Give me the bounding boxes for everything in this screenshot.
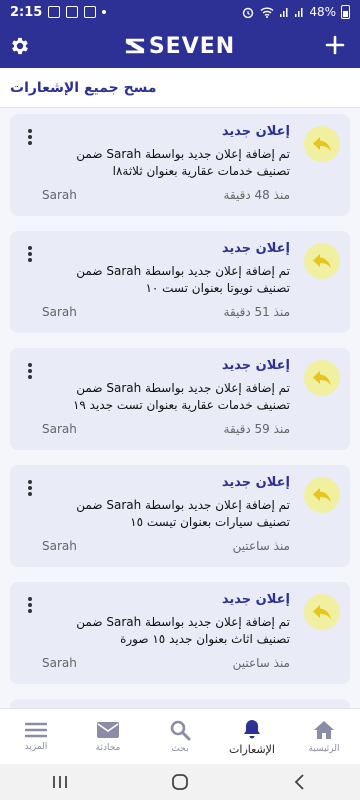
reply-arrow-icon xyxy=(313,137,331,152)
notification-card[interactable]: إعلان جديد تم إضافة إعلان جديد بواسطة Sa… xyxy=(10,465,350,567)
bell-icon xyxy=(244,719,260,738)
logo-text: SEVEN xyxy=(148,33,236,59)
notification-title: إعلان جديد xyxy=(221,124,290,139)
more-notifications-dot-icon xyxy=(102,10,107,14)
notification-avatar xyxy=(304,243,340,279)
notification-body: تم إضافة إعلان جديد بواسطة Sarah ضمن تصن… xyxy=(76,264,290,295)
notification-body: تم إضافة إعلان جديد بواسطة Sarah ضمن تصن… xyxy=(72,381,290,412)
notification-card-partial[interactable] xyxy=(10,699,350,708)
notification-card[interactable]: إعلان جديد تم إضافة إعلان جديد بواسطة Sa… xyxy=(10,231,350,333)
notification-time: منذ 59 دقيقة xyxy=(223,422,290,436)
signal-icon xyxy=(295,8,303,17)
settings-button[interactable] xyxy=(6,32,34,60)
notification-app-icon xyxy=(48,6,61,18)
nav-notifications-label: الإشعارات xyxy=(229,742,275,756)
bottom-navigation: الرئيسية الإشعارات بحث محادثة المزيد xyxy=(0,708,360,764)
notification-card[interactable]: إعلان جديد تم إضافة إعلان جديد بواسطة Sa… xyxy=(10,582,350,684)
more-options-icon[interactable] xyxy=(24,594,36,616)
app-logo: SEVEN xyxy=(125,34,235,59)
reply-arrow-icon xyxy=(313,488,331,503)
nav-notifications[interactable]: الإشعارات xyxy=(216,709,288,764)
nav-chat[interactable]: محادثة xyxy=(72,709,144,764)
plus-icon xyxy=(325,35,345,55)
battery-percent: 48% xyxy=(309,5,336,19)
notification-title: إعلان جديد xyxy=(221,358,290,373)
nav-home-label: الرئيسية xyxy=(308,744,340,754)
home-system-button[interactable] xyxy=(160,768,200,796)
signal-icon xyxy=(280,8,288,17)
more-options-icon[interactable] xyxy=(24,126,36,148)
notification-body: تم إضافة إعلان جديد بواسطة Sarah ضمن تصن… xyxy=(76,498,290,529)
more-options-icon[interactable] xyxy=(24,477,36,499)
notification-user: Sarah xyxy=(42,656,77,670)
search-icon xyxy=(170,720,191,741)
battery-icon xyxy=(341,5,350,19)
notification-time: منذ ساعتين xyxy=(232,539,290,553)
reply-arrow-icon xyxy=(313,605,331,620)
notification-card[interactable]: إعلان جديد تم إضافة إعلان جديد بواسطة Sa… xyxy=(10,348,350,450)
nav-more[interactable]: المزيد xyxy=(0,709,72,764)
home-icon xyxy=(314,721,334,739)
notifications-toolbar: مسح جميع الإشعارات xyxy=(0,68,360,108)
notification-title: إعلان جديد xyxy=(221,592,290,607)
notification-title: إعلان جديد xyxy=(221,241,290,256)
notification-title: إعلان جديد xyxy=(221,475,290,490)
notification-avatar xyxy=(304,477,340,513)
notification-avatar xyxy=(304,126,340,162)
notification-user: Sarah xyxy=(42,305,77,319)
nav-search[interactable]: بحث xyxy=(144,709,216,764)
notification-time: منذ ساعتين xyxy=(232,656,290,670)
notification-time: منذ 51 دقيقة xyxy=(223,305,290,319)
more-options-icon[interactable] xyxy=(24,243,36,265)
notification-user: Sarah xyxy=(42,422,77,436)
back-chevron-icon xyxy=(294,774,304,790)
notification-avatar xyxy=(304,360,340,396)
more-options-icon[interactable] xyxy=(24,360,36,382)
notification-card[interactable]: إعلان جديد تم إضافة إعلان جديد بواسطة Sa… xyxy=(10,114,350,216)
reply-arrow-icon xyxy=(313,254,331,269)
notification-user: Sarah xyxy=(42,188,77,202)
status-bar: 2:15 48% xyxy=(0,0,360,24)
notification-app-icon xyxy=(84,6,97,18)
nav-chat-label: محادثة xyxy=(95,743,121,753)
nav-home[interactable]: الرئيسية xyxy=(288,709,360,764)
nav-search-label: بحث xyxy=(171,744,189,754)
logo-mark-icon xyxy=(125,38,144,54)
notification-body: تم إضافة إعلان جديد بواسطة Sarah ضمن تصن… xyxy=(76,615,290,646)
notification-app-icon xyxy=(66,6,79,18)
notification-list: إعلان جديد تم إضافة إعلان جديد بواسطة Sa… xyxy=(0,108,360,708)
home-circle-icon xyxy=(172,774,188,790)
reply-arrow-icon xyxy=(313,371,331,386)
notification-user: Sarah xyxy=(42,539,77,553)
notification-avatar xyxy=(304,594,340,630)
status-time: 2:15 xyxy=(10,4,43,20)
add-button[interactable] xyxy=(320,30,350,60)
app-header: SEVEN xyxy=(0,24,360,68)
wifi-icon xyxy=(260,7,274,18)
mail-icon xyxy=(97,722,119,738)
alarm-icon xyxy=(243,7,254,18)
recent-apps-button[interactable] xyxy=(40,768,80,796)
back-button[interactable] xyxy=(280,768,320,796)
system-navigation-bar xyxy=(0,764,360,800)
notification-body: تم إضافة إعلان جديد بواسطة Sarah ضمن تصن… xyxy=(76,147,290,178)
recent-apps-icon xyxy=(53,776,67,788)
menu-icon xyxy=(25,722,47,738)
nav-more-label: المزيد xyxy=(24,742,48,752)
clear-all-notifications-link[interactable]: مسح جميع الإشعارات xyxy=(10,80,157,96)
gear-icon xyxy=(12,37,28,55)
notification-time: منذ 48 دقيقة xyxy=(223,188,290,202)
